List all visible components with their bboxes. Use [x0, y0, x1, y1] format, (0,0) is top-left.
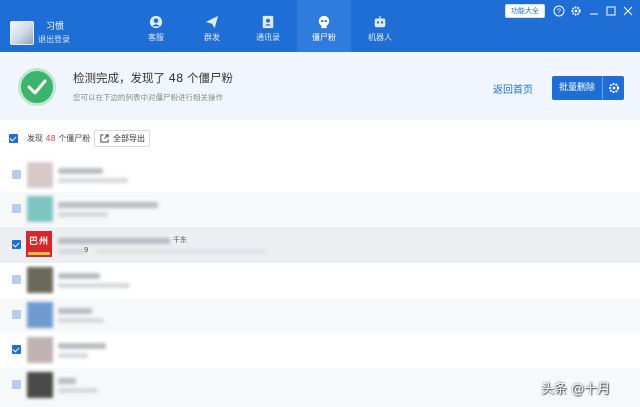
logout-link[interactable]: 退出登录 — [38, 34, 70, 45]
select-all-checkbox[interactable] — [9, 134, 18, 143]
headset-icon — [149, 15, 163, 29]
status-title-prefix: 检测完成，发现了 — [73, 71, 165, 85]
blurred-detail — [58, 318, 104, 323]
export-icon — [100, 134, 109, 143]
send-icon — [205, 15, 219, 29]
nav-label: 机器人 — [368, 33, 392, 42]
nav-label: 客服 — [148, 33, 164, 42]
found-suffix: 个僵尸粉 — [58, 134, 91, 143]
blurred-name — [58, 238, 170, 244]
success-check-icon — [18, 68, 56, 106]
blurred-detail — [58, 178, 128, 183]
list-item[interactable] — [0, 263, 640, 297]
status-count: 48 — [168, 71, 184, 85]
blurred-detail — [58, 353, 88, 358]
blurred-name — [58, 343, 106, 349]
name-fragment: 千东 — [173, 236, 187, 244]
blurred-detail — [58, 212, 108, 217]
blurred-name — [58, 308, 92, 314]
status-title-suffix: 个僵尸粉 — [186, 71, 233, 85]
nav-item-customer-service[interactable]: 客服 — [129, 0, 183, 52]
list-item[interactable] — [0, 192, 640, 226]
avatar — [27, 162, 53, 188]
nav-item-zombie-fans[interactable]: 僵尸粉 — [297, 0, 351, 52]
avatar: 巴州 — [26, 231, 52, 257]
bulk-delete-button[interactable]: 批量删除 — [552, 76, 602, 100]
list-item[interactable]: 巴州 千东 9 — [0, 227, 640, 263]
avatar — [27, 267, 53, 293]
found-summary: 发现 48 个僵尸粉 — [27, 133, 90, 144]
status-title: 检测完成，发现了 48 个僵尸粉 — [73, 70, 233, 86]
user-name: 习惯 — [46, 22, 65, 32]
nav-item-broadcast[interactable]: 群发 — [185, 0, 239, 52]
avatar — [27, 302, 53, 328]
detail-fragment: 9 — [84, 246, 89, 254]
minimize-icon[interactable] — [588, 5, 600, 17]
nav-label: 僵尸粉 — [312, 33, 336, 42]
blurred-detail — [96, 249, 266, 254]
status-subtitle: 您可以在下边的列表中对僵尸粉进行相关操作 — [73, 93, 223, 102]
export-all-button[interactable]: 全部导出 — [94, 130, 150, 147]
gear-icon — [609, 83, 619, 93]
list-item[interactable] — [0, 158, 640, 192]
back-home-link[interactable]: 返回首页 — [493, 81, 533, 96]
contacts-icon — [262, 15, 274, 29]
blurred-detail — [58, 283, 130, 288]
blurred-name — [58, 168, 103, 174]
nav-label: 群发 — [204, 33, 220, 42]
row-checkbox[interactable] — [12, 380, 21, 389]
avatar[interactable] — [10, 21, 34, 45]
nav-item-contacts[interactable]: 通讯录 — [241, 0, 295, 52]
maximize-icon[interactable] — [605, 5, 617, 17]
row-checkbox[interactable] — [12, 170, 21, 179]
main-nav: 客服 群发 通讯录 僵尸粉 机器人 — [129, 0, 409, 52]
row-checkbox[interactable] — [12, 345, 21, 354]
row-checkbox[interactable] — [12, 204, 21, 213]
tools-button[interactable]: 功能大全 — [505, 4, 545, 18]
zombie-fans-list: 巴州 千东 9 — [0, 158, 640, 407]
blurred-detail — [58, 388, 98, 393]
avatar — [27, 372, 53, 398]
avatar — [27, 337, 53, 363]
gear-icon[interactable] — [570, 5, 582, 17]
help-icon[interactable]: ? — [553, 5, 565, 17]
avatar — [27, 196, 53, 222]
blurred-name — [58, 202, 158, 208]
nav-item-robot[interactable]: 机器人 — [353, 0, 407, 52]
row-checkbox[interactable] — [12, 310, 21, 319]
app-window: 习惯 退出登录 客服 群发 通讯录 僵尸粉 机器人 功能大全 ? 检测完成，发现… — [0, 0, 640, 407]
skull-icon — [318, 15, 330, 29]
svg-text:?: ? — [557, 9, 561, 16]
export-all-label: 全部导出 — [113, 134, 145, 143]
close-icon[interactable] — [622, 5, 634, 17]
top-bar: 习惯 退出登录 客服 群发 通讯录 僵尸粉 机器人 功能大全 ? — [0, 0, 640, 52]
robot-icon — [374, 15, 386, 28]
list-toolbar: 发现 48 个僵尸粉 全部导出 — [0, 120, 640, 158]
bulk-delete-settings-button[interactable] — [602, 76, 624, 100]
watermark: 头条 @十月 — [541, 382, 611, 397]
row-checkbox[interactable] — [12, 275, 21, 284]
blurred-name — [58, 273, 100, 279]
list-item[interactable] — [0, 298, 640, 332]
list-item[interactable] — [0, 333, 640, 367]
found-count: 48 — [45, 134, 56, 143]
row-checkbox[interactable] — [12, 240, 21, 249]
nav-label: 通讯录 — [256, 33, 280, 42]
result-banner: 检测完成，发现了 48 个僵尸粉 您可以在下边的列表中对僵尸粉进行相关操作 返回… — [0, 52, 640, 120]
blurred-name — [58, 378, 76, 384]
found-prefix: 发现 — [27, 134, 43, 143]
blurred-detail — [58, 249, 86, 254]
